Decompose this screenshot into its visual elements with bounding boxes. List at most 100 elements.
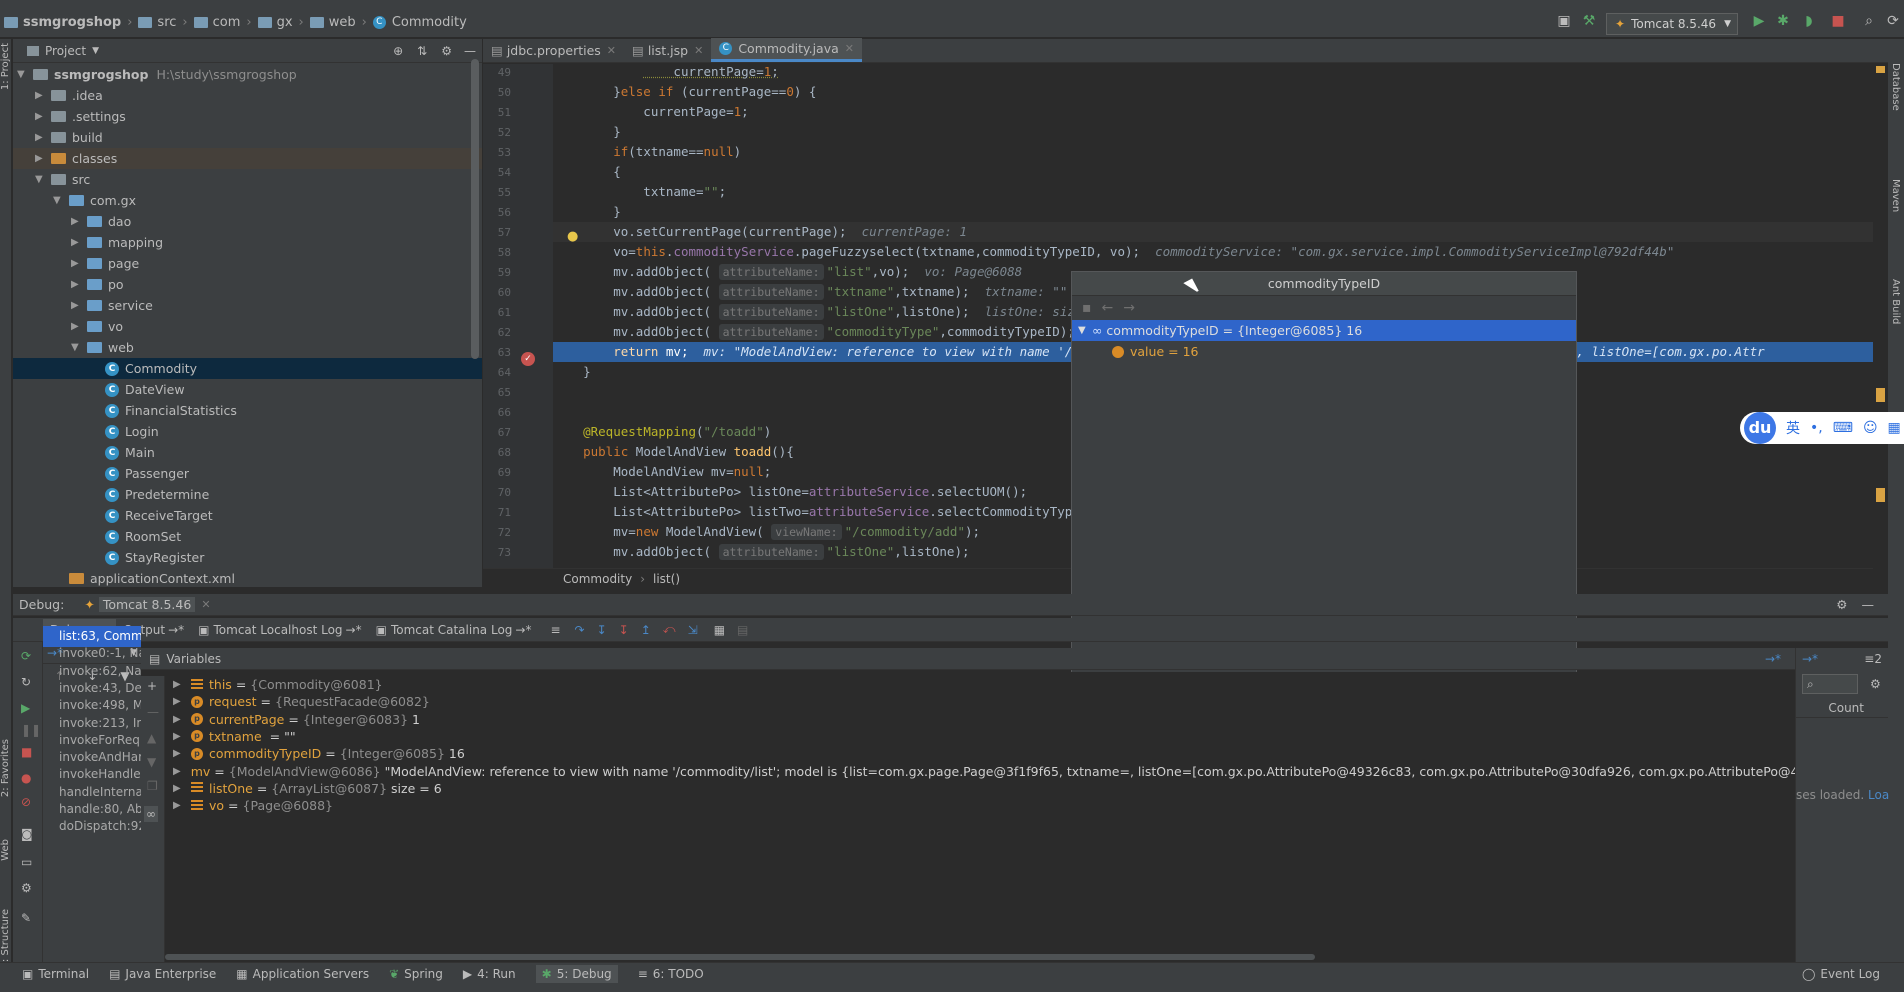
- expand-arrow-icon[interactable]: ▼: [1078, 325, 1092, 336]
- close-icon[interactable]: ✕: [607, 44, 616, 57]
- popup-tree-row[interactable]: value = 16: [1072, 341, 1576, 362]
- expand-arrow-icon[interactable]: ▶: [173, 679, 187, 690]
- stop-icon[interactable]: ■: [21, 746, 32, 758]
- tree-item[interactable]: C StayRegister: [13, 547, 482, 568]
- event-log-button[interactable]: ◯ Event Log: [1802, 967, 1880, 981]
- grid-icon[interactable]: ▦: [1888, 420, 1901, 436]
- resume-icon[interactable]: ▶: [21, 702, 30, 714]
- expand-arrow-icon[interactable]: ▶: [173, 800, 187, 811]
- punctuation-icon[interactable]: •,: [1810, 420, 1823, 436]
- frames-menu-icon[interactable]: ≡: [550, 623, 560, 637]
- tree-item[interactable]: C Passenger: [13, 463, 482, 484]
- expanded-arrow-icon[interactable]: ▼: [17, 69, 29, 80]
- gear-icon[interactable]: ⚙: [1836, 597, 1847, 612]
- remove-watch-icon[interactable]: —: [147, 706, 159, 718]
- tree-item[interactable]: ▶ page: [13, 253, 482, 274]
- close-icon[interactable]: ✕: [201, 598, 210, 611]
- tab-spring[interactable]: ❦ Spring: [389, 967, 443, 981]
- step-out-icon[interactable]: ↥: [641, 623, 651, 637]
- lightbulb-icon[interactable]: ●: [567, 230, 578, 243]
- tree-item[interactable]: C RoomSet: [13, 526, 482, 547]
- evaluate-icon[interactable]: ▦: [714, 623, 725, 637]
- crumb-web[interactable]: web ›: [309, 15, 367, 30]
- build-hammer-icon[interactable]: ⚒: [1580, 14, 1598, 32]
- layout-icon[interactable]: ▭: [21, 856, 32, 868]
- folder-icon[interactable]: ▪: [1082, 300, 1092, 316]
- tree-item[interactable]: ▼ com.gx: [13, 190, 482, 211]
- tree-item[interactable]: ▼ ssmgrogshop H:\study\ssmgrogshop: [13, 64, 482, 85]
- popup-tree-row[interactable]: ▼ ∞ commodityTypeID = {Integer@6085} 16: [1072, 320, 1576, 341]
- tab-debug[interactable]: ✱ 5: Debug: [535, 964, 618, 983]
- tab-todo[interactable]: ≡ 6: TODO: [638, 967, 704, 981]
- trace-icon[interactable]: ▤: [737, 623, 748, 637]
- collapsed-arrow-icon[interactable]: ▶: [35, 132, 47, 143]
- pin-icon[interactable]: ✎: [21, 912, 31, 924]
- ime-language-toggle[interactable]: 英: [1786, 418, 1800, 438]
- tab-list-jsp[interactable]: ▤ list.jsp ✕: [624, 38, 711, 62]
- expand-arrow-icon[interactable]: ▶: [173, 731, 187, 742]
- minimize-icon[interactable]: —: [1862, 597, 1875, 612]
- expanded-arrow-icon[interactable]: ▼: [71, 342, 83, 353]
- tree-item[interactable]: ▶ po: [13, 274, 482, 295]
- breakpoint-icon[interactable]: ✓: [521, 352, 535, 366]
- database-tool-tab[interactable]: Database: [1890, 63, 1901, 111]
- gear-icon[interactable]: ⚙: [1870, 677, 1881, 691]
- forward-arrow-icon[interactable]: →: [1123, 300, 1135, 316]
- copy-icon[interactable]: ❐: [147, 780, 158, 792]
- tree-item[interactable]: C Login: [13, 421, 482, 442]
- tree-item[interactable]: ▼ web: [13, 337, 482, 358]
- user-icon[interactable]: ☺: [1863, 420, 1878, 436]
- mute-breakpoints-icon[interactable]: ⊘: [21, 796, 31, 808]
- tree-item[interactable]: C ReceiveTarget: [13, 505, 482, 526]
- debug-bug-icon[interactable]: ✱: [1774, 14, 1792, 32]
- expanded-arrow-icon[interactable]: ▼: [35, 174, 47, 185]
- search-icon[interactable]: ⌕: [1860, 14, 1878, 32]
- keyboard-icon[interactable]: ⌨: [1833, 420, 1853, 436]
- run-to-cursor-icon[interactable]: ⇲: [688, 623, 698, 637]
- camera-icon[interactable]: ◙: [21, 828, 33, 840]
- breakpoints-icon[interactable]: ●: [21, 772, 31, 784]
- tree-item[interactable]: C Main: [13, 442, 482, 463]
- project-view-select[interactable]: Project: [45, 44, 86, 58]
- tab-tomcat-localhost-log[interactable]: ▣ Tomcat Localhost Log →*: [191, 619, 368, 641]
- crumb-com[interactable]: com ›: [193, 15, 252, 30]
- load-classes-link[interactable]: Load: [1868, 788, 1889, 802]
- count-column-header[interactable]: Count: [1796, 698, 1888, 718]
- expand-arrow-icon[interactable]: ▶: [173, 766, 181, 777]
- tree-item[interactable]: ▶ mapping: [13, 232, 482, 253]
- tree-item[interactable]: ▶ vo: [13, 316, 482, 337]
- collapsed-arrow-icon[interactable]: ▶: [71, 321, 83, 332]
- refresh-icon[interactable]: ↻: [21, 676, 31, 688]
- collapsed-arrow-icon[interactable]: ▶: [35, 153, 47, 164]
- project-scrollbar[interactable]: [471, 59, 479, 359]
- expand-arrow-icon[interactable]: ▶: [173, 714, 187, 725]
- tab-tomcat-catalina-log[interactable]: ▣ Tomcat Catalina Log →*: [369, 619, 539, 641]
- step-over-icon[interactable]: ↷: [575, 623, 585, 637]
- step-into-icon[interactable]: ↧: [597, 623, 607, 637]
- tree-item[interactable]: ▶ .settings: [13, 106, 482, 127]
- crumb-commodity[interactable]: C Commodity: [372, 15, 467, 30]
- antbuild-tool-tab[interactable]: Ant Build: [1890, 279, 1901, 324]
- tab-run[interactable]: ▶ 4: Run: [463, 967, 516, 981]
- crumb-gx[interactable]: gx ›: [257, 15, 304, 30]
- tree-item[interactable]: ▼ src: [13, 169, 482, 190]
- add-watch-icon[interactable]: +: [147, 680, 157, 692]
- crumb-src[interactable]: src ›: [138, 15, 188, 30]
- tree-item[interactable]: ▶ .idea: [13, 85, 482, 106]
- close-icon[interactable]: ✕: [845, 42, 854, 55]
- tree-item[interactable]: C Commodity: [13, 358, 482, 379]
- expand-arrow-icon[interactable]: ▶: [173, 783, 187, 794]
- collapsed-arrow-icon[interactable]: ▶: [71, 216, 83, 227]
- down-arrow-icon[interactable]: ▼: [147, 756, 156, 768]
- tab-terminal[interactable]: ▣ Terminal: [22, 967, 89, 981]
- stack-frame[interactable]: doDispatch:92: [43, 816, 141, 837]
- locate-icon[interactable]: ⊕: [393, 44, 403, 58]
- close-icon[interactable]: ✕: [694, 44, 703, 57]
- tree-item[interactable]: ▶ dao: [13, 211, 482, 232]
- tab-commodity-java[interactable]: C Commodity.java ✕: [711, 38, 862, 62]
- coverage-icon[interactable]: ◗: [1800, 14, 1818, 32]
- collapsed-arrow-icon[interactable]: ▶: [35, 90, 47, 101]
- tree-item[interactable]: ▶ service: [13, 295, 482, 316]
- chevron-down-icon[interactable]: ▼: [92, 46, 99, 56]
- expanded-arrow-icon[interactable]: ▼: [53, 195, 65, 206]
